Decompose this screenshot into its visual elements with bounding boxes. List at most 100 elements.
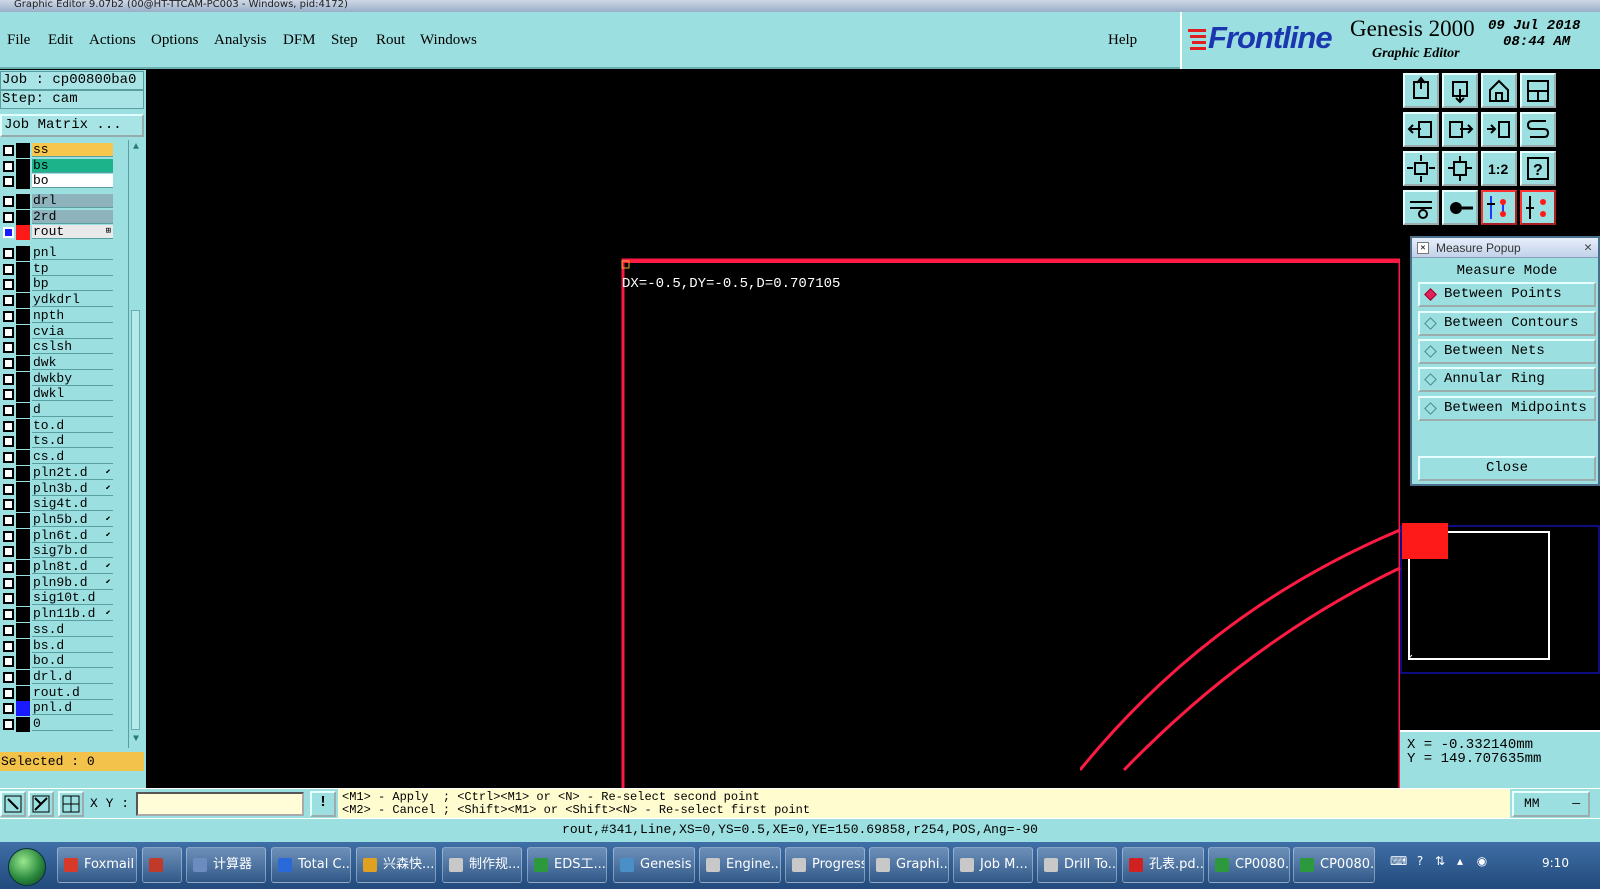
layer-color-swatch[interactable] (16, 481, 30, 497)
layer-row-pln11b-d[interactable]: pln11b.d ⬋ (0, 607, 116, 623)
layer-row-pln8t-d[interactable]: pln8t.d ⬋ (0, 560, 116, 575)
grid-toggle-icon[interactable] (58, 791, 84, 817)
layer-row-2rd[interactable]: 2rd (0, 209, 116, 225)
layer-checkbox[interactable] (3, 248, 14, 259)
layer-color-swatch[interactable] (16, 277, 30, 293)
layer-name[interactable]: dwkl (32, 387, 113, 402)
layer-name[interactable]: cvia (32, 324, 113, 339)
layer-row-0[interactable]: 0 (0, 717, 116, 732)
layer-color-swatch[interactable] (16, 261, 30, 277)
taskbar-item[interactable]: Drill To... (1037, 847, 1117, 883)
layer-checkbox[interactable] (3, 405, 14, 416)
taskbar-item[interactable]: EDS工... (527, 847, 607, 883)
layer-row-drl[interactable]: drl (0, 194, 116, 209)
menu-dfm[interactable]: DFM (283, 32, 316, 49)
layer-checkbox[interactable] (3, 326, 14, 338)
layer-color-swatch[interactable] (16, 174, 30, 190)
clock[interactable]: 9:10 (1542, 856, 1569, 870)
layer-color-swatch[interactable] (16, 403, 30, 418)
settings-tool-icon[interactable] (1403, 190, 1439, 225)
exclamation-icon[interactable]: ! (310, 791, 336, 817)
layer-name[interactable]: pnl.d (32, 701, 113, 716)
reflect-icon[interactable] (1481, 112, 1517, 147)
taskbar-item[interactable]: Total C... (271, 847, 351, 883)
layer-name[interactable]: pln6t.d ⬋ (32, 528, 113, 543)
units-selector[interactable]: MM — (1512, 791, 1590, 817)
pan-right-icon[interactable] (1442, 112, 1478, 147)
taskbar-item[interactable]: CP0080... (1208, 847, 1290, 883)
layer-name[interactable]: 0 (32, 717, 113, 731)
layer-row-pln9b-d[interactable]: pln9b.d ⬋ (0, 575, 116, 591)
layer-checkbox[interactable] (3, 483, 14, 495)
globe-tray-icon[interactable]: ◉ (1474, 854, 1490, 870)
layer-name[interactable]: tp (32, 261, 113, 276)
layer-row-dwkby[interactable]: dwkby (0, 371, 116, 387)
layer-name[interactable]: bp (32, 277, 113, 292)
layer-name[interactable]: pln11b.d ⬋ (32, 607, 113, 622)
select-tool-icon[interactable] (0, 791, 26, 817)
layer-checkbox[interactable] (3, 546, 14, 558)
layer-checkbox[interactable] (3, 577, 14, 589)
scale-one-to-two-icon[interactable]: 1:2 (1481, 151, 1517, 186)
taskbar-item[interactable]: 兴森快... (356, 847, 436, 883)
layer-color-swatch[interactable] (16, 324, 30, 340)
layer-name[interactable]: drl (32, 194, 113, 208)
home-icon[interactable] (1481, 73, 1517, 108)
layer-row-bo-d[interactable]: bo.d (0, 654, 116, 670)
layer-row-sig7b-d[interactable]: sig7b.d (0, 544, 116, 560)
layer-color-swatch[interactable] (16, 512, 30, 528)
layer-color-swatch[interactable] (16, 465, 30, 481)
layer-checkbox[interactable] (3, 227, 14, 239)
layer-color-swatch[interactable] (16, 654, 30, 670)
layer-checkbox[interactable] (3, 499, 14, 511)
layer-name[interactable]: rout.d (32, 685, 113, 700)
layer-row-bo[interactable]: bo (0, 174, 116, 190)
layer-name[interactable]: sig10t.d (32, 591, 113, 606)
layer-name[interactable]: sig4t.d (32, 497, 113, 512)
layer-checkbox[interactable] (3, 145, 14, 156)
menu-step[interactable]: Step (331, 32, 358, 49)
menu-edit[interactable]: Edit (48, 32, 73, 49)
layer-checkbox[interactable] (3, 342, 14, 354)
pan-left-icon[interactable] (1403, 112, 1439, 147)
layer-checkbox[interactable] (3, 436, 14, 448)
layer-row-rout-d[interactable]: rout.d (0, 685, 116, 701)
taskbar-item[interactable]: Engine... (699, 847, 781, 883)
layer-checkbox[interactable] (3, 211, 14, 223)
snap-toggle-icon[interactable] (28, 791, 54, 817)
scroll-down-icon[interactable]: ▼ (130, 734, 142, 746)
layer-checkbox[interactable] (3, 624, 14, 636)
tray-expand-icon[interactable]: ▴ (1452, 854, 1468, 870)
layer-checkbox[interactable] (3, 562, 14, 573)
layer-name[interactable]: rout ⊞ (32, 225, 113, 240)
layer-checkbox[interactable] (3, 196, 14, 207)
layer-checkbox[interactable] (3, 640, 14, 652)
option-between-midpoints[interactable]: Between Midpoints (1418, 396, 1596, 421)
layer-color-swatch[interactable] (16, 194, 30, 209)
layer-name[interactable]: cslsh (32, 340, 113, 355)
layer-checkbox[interactable] (3, 703, 14, 715)
menu-actions[interactable]: Actions (89, 32, 136, 49)
layer-row-cslsh[interactable]: cslsh (0, 340, 116, 356)
layer-checkbox[interactable] (3, 279, 14, 291)
taskbar-item[interactable]: 孔表.pd... (1122, 847, 1204, 883)
layer-row-ydkdrl[interactable]: ydkdrl (0, 293, 116, 309)
layer-checkbox[interactable] (3, 357, 14, 369)
layer-color-swatch[interactable] (16, 544, 30, 560)
layer-checkbox[interactable] (3, 295, 14, 307)
layer-color-swatch[interactable] (16, 340, 30, 356)
menu-options[interactable]: Options (151, 32, 199, 49)
layer-checkbox[interactable] (3, 389, 14, 401)
layer-row-dwkl[interactable]: dwkl (0, 387, 116, 403)
layer-color-swatch[interactable] (16, 669, 30, 685)
layer-color-swatch[interactable] (16, 355, 30, 371)
layer-color-swatch[interactable] (16, 701, 30, 717)
layer-name[interactable]: npth (32, 308, 113, 323)
layer-row-ts-d[interactable]: ts.d (0, 434, 116, 450)
layer-row-drl-d[interactable]: drl.d (0, 669, 116, 685)
layer-name[interactable]: bo (32, 174, 113, 189)
option-between-points[interactable]: Between Points (1418, 282, 1596, 307)
snap-icon[interactable] (1520, 112, 1556, 147)
layer-color-swatch[interactable] (16, 158, 30, 174)
layer-row-to-d[interactable]: to.d (0, 418, 116, 434)
